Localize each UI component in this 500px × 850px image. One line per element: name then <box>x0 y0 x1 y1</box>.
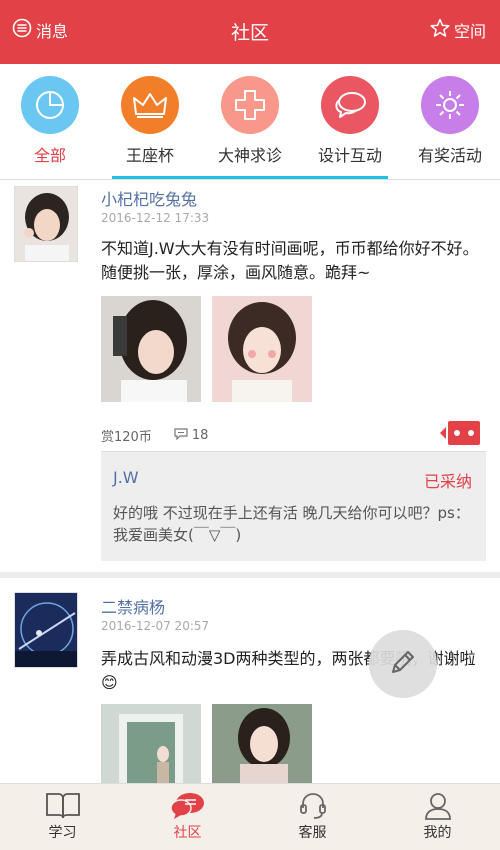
category-label: 全部 <box>33 146 66 165</box>
app-header: 消息 社区 空间 <box>0 0 500 64</box>
category-design-interaction[interactable]: 设计互动 <box>300 76 400 166</box>
post-author[interactable]: 二禁病杨 <box>101 594 165 618</box>
category-reward-events[interactable]: 有奖活动 <box>400 76 500 166</box>
post-meta: 赏120币 18 <box>101 426 208 445</box>
page-title: 社区 <box>230 22 269 44</box>
category-bar: 全部 王座杯 大神求诊 设计互动 有奖活动 <box>0 64 500 176</box>
reply-author[interactable]: J.W <box>113 468 139 487</box>
avatar[interactable] <box>14 186 78 262</box>
space-button[interactable]: 空间 <box>430 18 486 42</box>
post-image[interactable] <box>212 296 312 402</box>
comment-count[interactable]: 18 <box>174 427 209 444</box>
category-label: 王座杯 <box>125 146 174 165</box>
pie-icon <box>21 76 79 134</box>
category-all[interactable]: 全部 <box>0 76 100 166</box>
category-expert-help[interactable]: 大神求诊 <box>200 76 300 166</box>
nav-study[interactable]: 学习 <box>0 790 125 842</box>
reply-button[interactable] <box>440 421 480 445</box>
sun-icon <box>421 76 479 134</box>
nav-label: 学习 <box>48 825 77 841</box>
nav-community[interactable]: 社区 <box>125 790 250 842</box>
nav-label: 客服 <box>298 825 327 841</box>
nav-mine[interactable]: 我的 <box>375 790 500 842</box>
crown-icon <box>121 76 179 134</box>
comment-count-value: 18 <box>191 428 209 443</box>
bottom-nav: 学习 社区 客服 我的 <box>0 783 500 850</box>
nav-label: 我的 <box>423 825 452 841</box>
avatar[interactable] <box>14 592 78 668</box>
accepted-badge: 已采纳 <box>423 472 472 491</box>
headset-icon <box>250 790 375 822</box>
post-image[interactable] <box>101 296 201 402</box>
post-image[interactable] <box>212 704 312 783</box>
person-icon <box>375 790 500 822</box>
reward-text: 赏120币 <box>101 430 152 445</box>
divider <box>0 179 500 180</box>
comment-icon <box>174 427 188 444</box>
accepted-reply: J.W 已采纳 好的哦 不过现在手上还有活 晚几天给你可以吧？ps：我爱画美女(… <box>101 451 486 561</box>
post-time: 2016-12-12 17:33 <box>101 211 210 225</box>
book-icon <box>0 790 125 822</box>
reply-content: 好的哦 不过现在手上还有活 晚几天给你可以吧？ps：我爱画美女(￣▽￣) <box>113 504 470 544</box>
category-label: 设计互动 <box>317 146 382 165</box>
post-image[interactable] <box>101 704 201 783</box>
chat-bubble-icon <box>125 790 250 822</box>
star-icon <box>430 18 450 42</box>
more-dots-icon <box>454 430 474 436</box>
post-separator <box>0 572 500 578</box>
pencil-icon <box>387 646 419 682</box>
post-time: 2016-12-07 20:57 <box>101 619 210 633</box>
nav-customer-service[interactable]: 客服 <box>250 790 375 842</box>
post-author[interactable]: 小杞杞吃兔兔 <box>101 186 197 210</box>
category-label: 有奖活动 <box>417 146 482 165</box>
category-throne-cup[interactable]: 王座杯 <box>100 76 200 166</box>
category-label: 大神求诊 <box>217 146 282 165</box>
cross-icon <box>221 76 279 134</box>
compose-button[interactable] <box>369 630 437 698</box>
space-label: 空间 <box>453 22 486 41</box>
nav-label: 社区 <box>173 825 202 841</box>
post-content: 不知道J.W大大有没有时间画呢，币币都给你好不好。随便挑一张，厚涂，画风随意。跪… <box>101 239 479 282</box>
chat-icon <box>321 76 379 134</box>
